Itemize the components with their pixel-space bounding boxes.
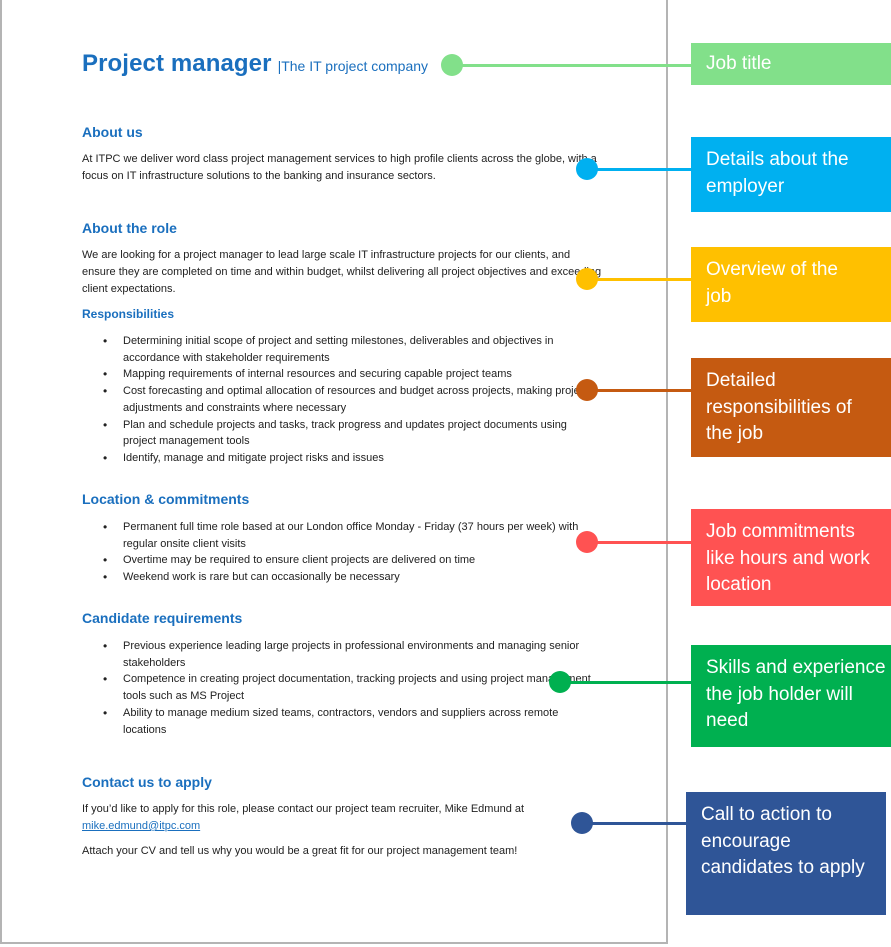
about-us-heading: About us: [82, 124, 143, 140]
callout-commitments: Job commitments like hours and work loca…: [691, 509, 891, 606]
responsibilities-heading: Responsibilities: [82, 307, 175, 321]
connector-line-job-title: [452, 64, 692, 67]
contact-body: If you’d like to apply for this role, pl…: [82, 803, 525, 815]
list-item: Overtime may be required to ensure clien…: [82, 552, 602, 569]
about-role-text: We are looking for a project manager to …: [82, 249, 602, 295]
location-heading: Location & commitments: [82, 491, 250, 507]
list-item: Determining initial scope of project and…: [82, 333, 602, 366]
responsibilities-list: Determining initial scope of project and…: [82, 333, 602, 467]
list-item: Ability to manage medium sized teams, co…: [82, 705, 602, 738]
connector-line-employer: [587, 168, 692, 171]
contact-text: If you’d like to apply for this role, pl…: [82, 801, 602, 835]
callout-responsibilities: Detailed responsibilities of the job: [691, 358, 891, 457]
list-item: Plan and schedule projects and tasks, tr…: [82, 417, 602, 450]
title-row: Project manager |The IT project company: [82, 50, 428, 78]
requirements-heading: Candidate requirements: [82, 610, 243, 626]
list-item: Identify, manage and mitigate project ri…: [82, 450, 602, 467]
company-name: |The IT project company: [277, 58, 429, 74]
callout-job-title: Job title: [691, 43, 891, 85]
marker-dot-commitments: [576, 531, 598, 553]
callout-skills: Skills and experience the job holder wil…: [691, 645, 891, 747]
requirements-list: Previous experience leading large projec…: [82, 638, 602, 738]
connector-line-call-to-action: [582, 822, 687, 825]
list-item: Weekend work is rare but can occasionall…: [82, 569, 602, 586]
about-role-heading: About the role: [82, 220, 177, 236]
location-list: Permanent full time role based at our Lo…: [82, 519, 602, 586]
connector-line-responsibilities: [587, 389, 692, 392]
callout-employer-details: Details about the employer: [691, 137, 891, 212]
marker-dot-job-title: [441, 54, 463, 76]
list-item: Competence in creating project documenta…: [82, 671, 602, 704]
job-title: Project manager: [82, 50, 272, 77]
marker-dot-overview: [576, 268, 598, 290]
connector-line-commitments: [587, 541, 692, 544]
marker-dot-skills: [549, 671, 571, 693]
connector-line-skills: [560, 681, 692, 684]
list-item: Permanent full time role based at our Lo…: [82, 519, 602, 552]
marker-dot-responsibilities: [576, 379, 598, 401]
list-item: Cost forecasting and optimal allocation …: [82, 383, 602, 416]
list-item: Previous experience leading large projec…: [82, 638, 602, 671]
marker-dot-call-to-action: [571, 812, 593, 834]
contact-heading: Contact us to apply: [82, 774, 212, 790]
callout-job-overview: Overview of the job: [691, 247, 891, 322]
job-description-document: Project manager |The IT project company A…: [0, 0, 668, 944]
about-us-text: At ITPC we deliver word class project ma…: [82, 153, 597, 182]
connector-line-overview: [587, 278, 692, 281]
marker-dot-employer: [576, 158, 598, 180]
list-item: Mapping requirements of internal resourc…: [82, 366, 602, 383]
email-link[interactable]: mike.edmund@itpc.com: [82, 820, 200, 832]
closing-text: Attach your CV and tell us why you would…: [82, 845, 518, 857]
callout-call-to-action: Call to action to encourage candidates t…: [686, 792, 886, 915]
